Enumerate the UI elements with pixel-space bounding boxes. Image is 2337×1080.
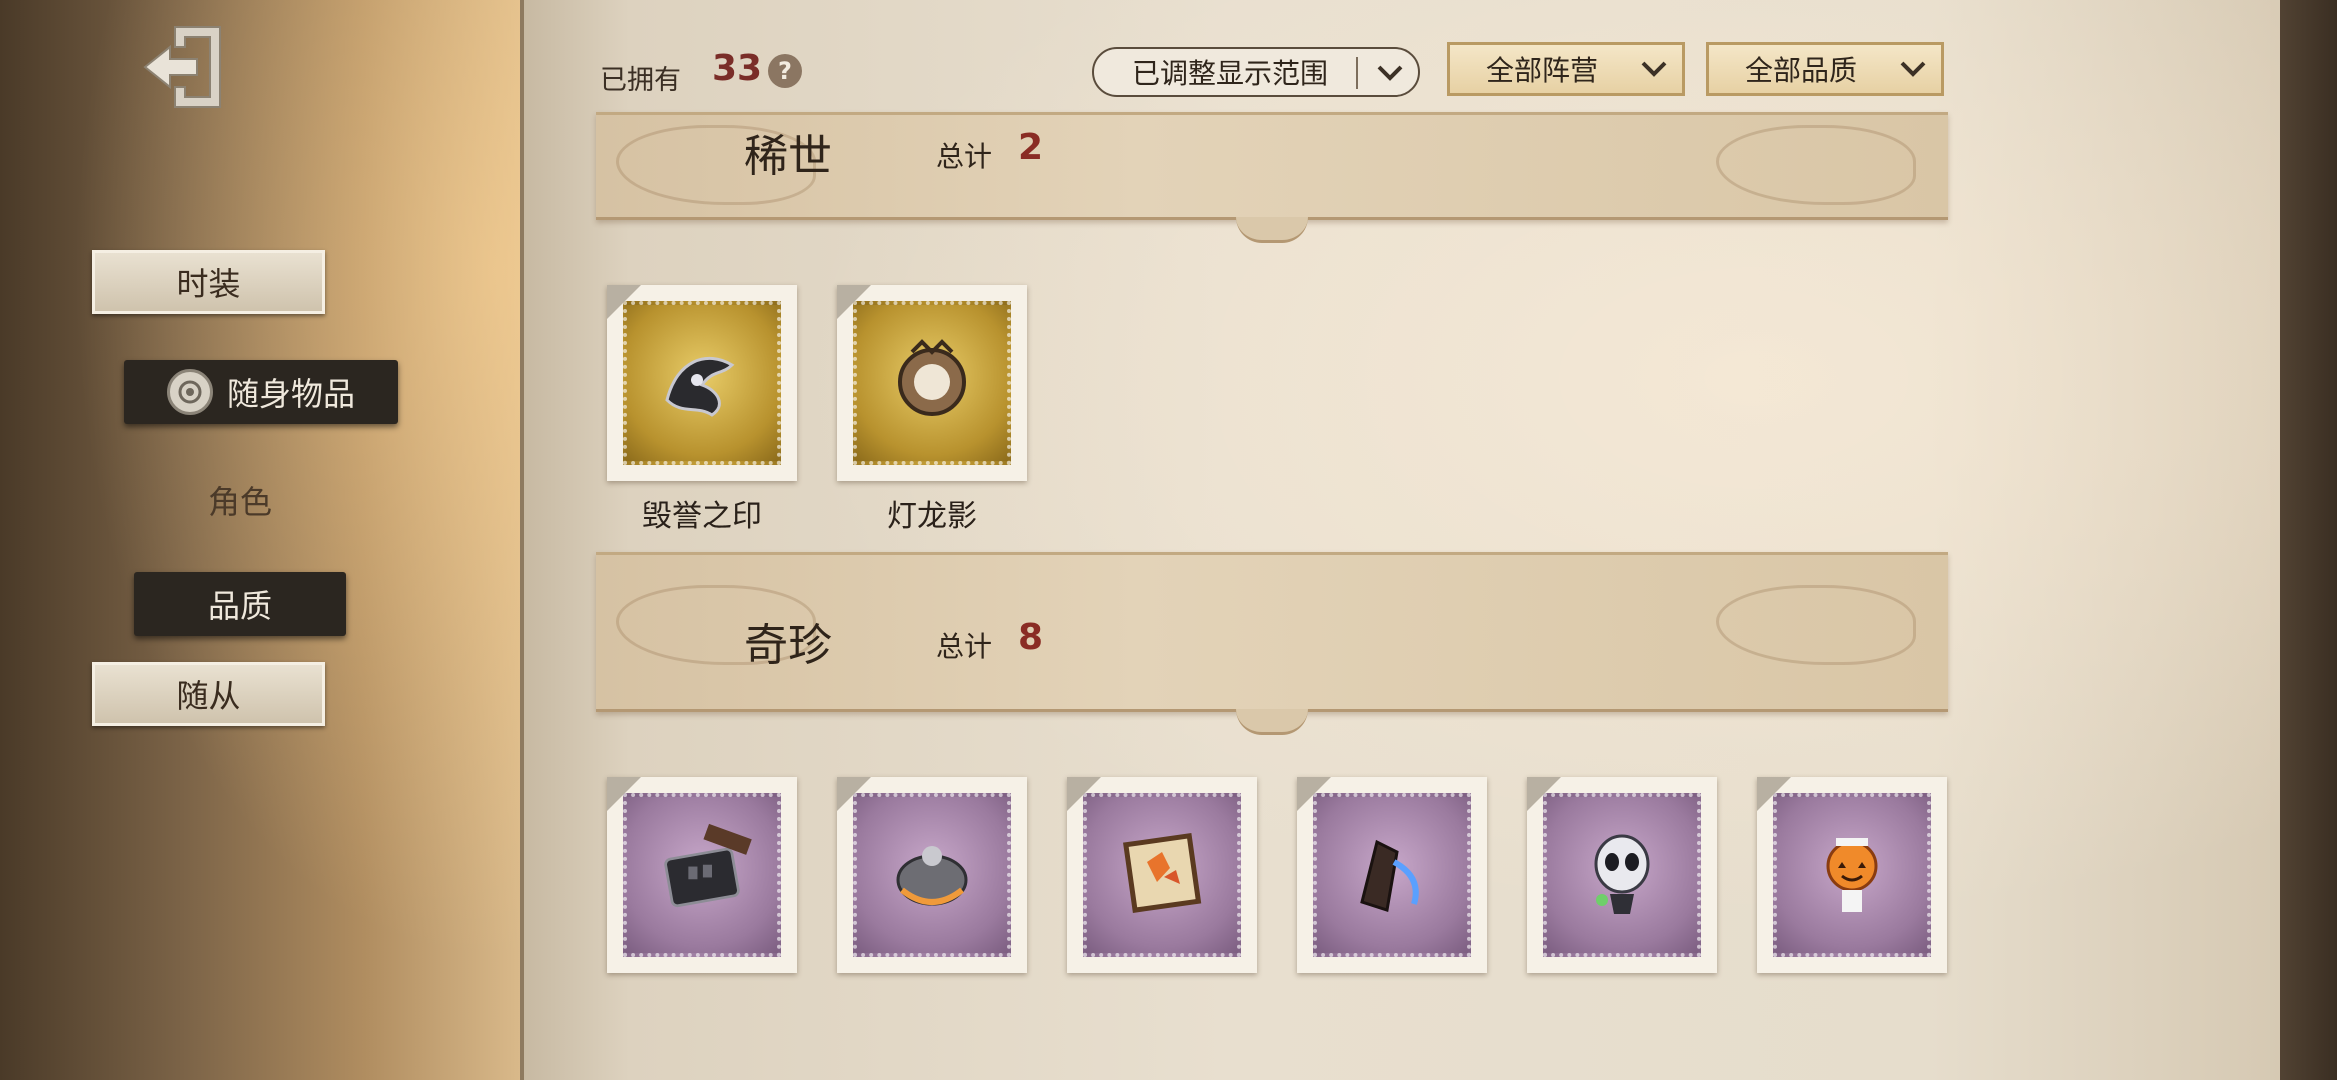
- range-dropdown-label: 已调整显示范围: [1132, 57, 1329, 90]
- section-banner-rare: 稀世 总计 2: [596, 112, 1948, 243]
- sidebar-item-character[interactable]: 角色: [140, 470, 340, 530]
- banner-ornament: [1716, 125, 1916, 205]
- sidebar-item-label: 品质: [207, 587, 272, 625]
- stamp-frame: [837, 285, 1027, 481]
- camp-dropdown-label: 全部阵营: [1486, 54, 1599, 87]
- stamp-frame: [607, 285, 797, 481]
- quality-dropdown[interactable]: 全部品质: [1706, 42, 1944, 96]
- sidebar-item-label: 随从: [176, 677, 241, 715]
- sidebar-item-fashion[interactable]: 时装: [92, 250, 325, 314]
- seal-item-icon: [652, 330, 752, 430]
- item-label: 灯龙影: [887, 499, 977, 534]
- section-title: 稀世: [744, 131, 832, 182]
- owned-label: 已拥有: [600, 65, 681, 96]
- stamp-frame: [1757, 777, 1947, 973]
- banner-ornament: [1716, 585, 1916, 665]
- frame-item-icon: [1112, 822, 1212, 922]
- item-card[interactable]: 灯龙影: [837, 285, 1027, 534]
- section-total-label: 总计: [936, 140, 993, 173]
- item-card[interactable]: 毁誉之印: [607, 285, 797, 534]
- exit-icon[interactable]: [130, 12, 240, 122]
- box-item-icon: [652, 822, 752, 922]
- stamp-frame: [837, 777, 1027, 973]
- item-card[interactable]: [1757, 777, 1947, 977]
- sidebar-item-label: 角色: [207, 483, 272, 521]
- pumpkin-doll-item-icon: [1802, 822, 1902, 922]
- section-banner-treasure: 奇珍 总计 8: [596, 552, 1948, 735]
- shield-icon: [166, 369, 213, 415]
- lantern-item-icon: [882, 330, 982, 430]
- sidebar-item-quality[interactable]: 品质: [134, 572, 346, 636]
- section-title: 奇珍: [744, 620, 832, 671]
- item-card[interactable]: [607, 777, 797, 977]
- sidebar-item-follower[interactable]: 随从: [92, 662, 325, 726]
- stamp-frame: [1527, 777, 1717, 973]
- item-card[interactable]: [1527, 777, 1717, 977]
- quality-dropdown-label: 全部品质: [1745, 54, 1858, 87]
- sidebar: [0, 0, 520, 1080]
- sidebar-item-label: 时装: [176, 265, 241, 303]
- dropdown-divider: [1356, 57, 1358, 89]
- section-total: 2: [1018, 127, 1044, 168]
- sidebar-item-label: 随身物品: [226, 375, 355, 413]
- blade-item-icon: [1342, 822, 1442, 922]
- item-card[interactable]: [837, 777, 1027, 977]
- range-dropdown[interactable]: 已调整显示范围: [1092, 47, 1420, 97]
- help-icon[interactable]: ?: [768, 54, 802, 88]
- chevron-down-icon: [1641, 61, 1667, 77]
- item-label: 毁誉之印: [642, 499, 762, 534]
- owned-count: 33: [712, 48, 763, 89]
- section-total-label: 总计: [936, 630, 993, 663]
- chevron-down-icon: [1900, 61, 1926, 77]
- censer-item-icon: [882, 822, 982, 922]
- stamp-frame: [1297, 777, 1487, 973]
- section-total: 8: [1018, 617, 1044, 658]
- item-card[interactable]: [1297, 777, 1487, 977]
- stamp-frame: [607, 777, 797, 973]
- chevron-down-icon: [1377, 65, 1403, 81]
- camp-dropdown[interactable]: 全部阵营: [1447, 42, 1685, 96]
- stamp-frame: [1067, 777, 1257, 973]
- sidebar-item-accessories[interactable]: 随身物品: [124, 360, 398, 424]
- item-card[interactable]: [1067, 777, 1257, 977]
- mask-doll-item-icon: [1572, 822, 1672, 922]
